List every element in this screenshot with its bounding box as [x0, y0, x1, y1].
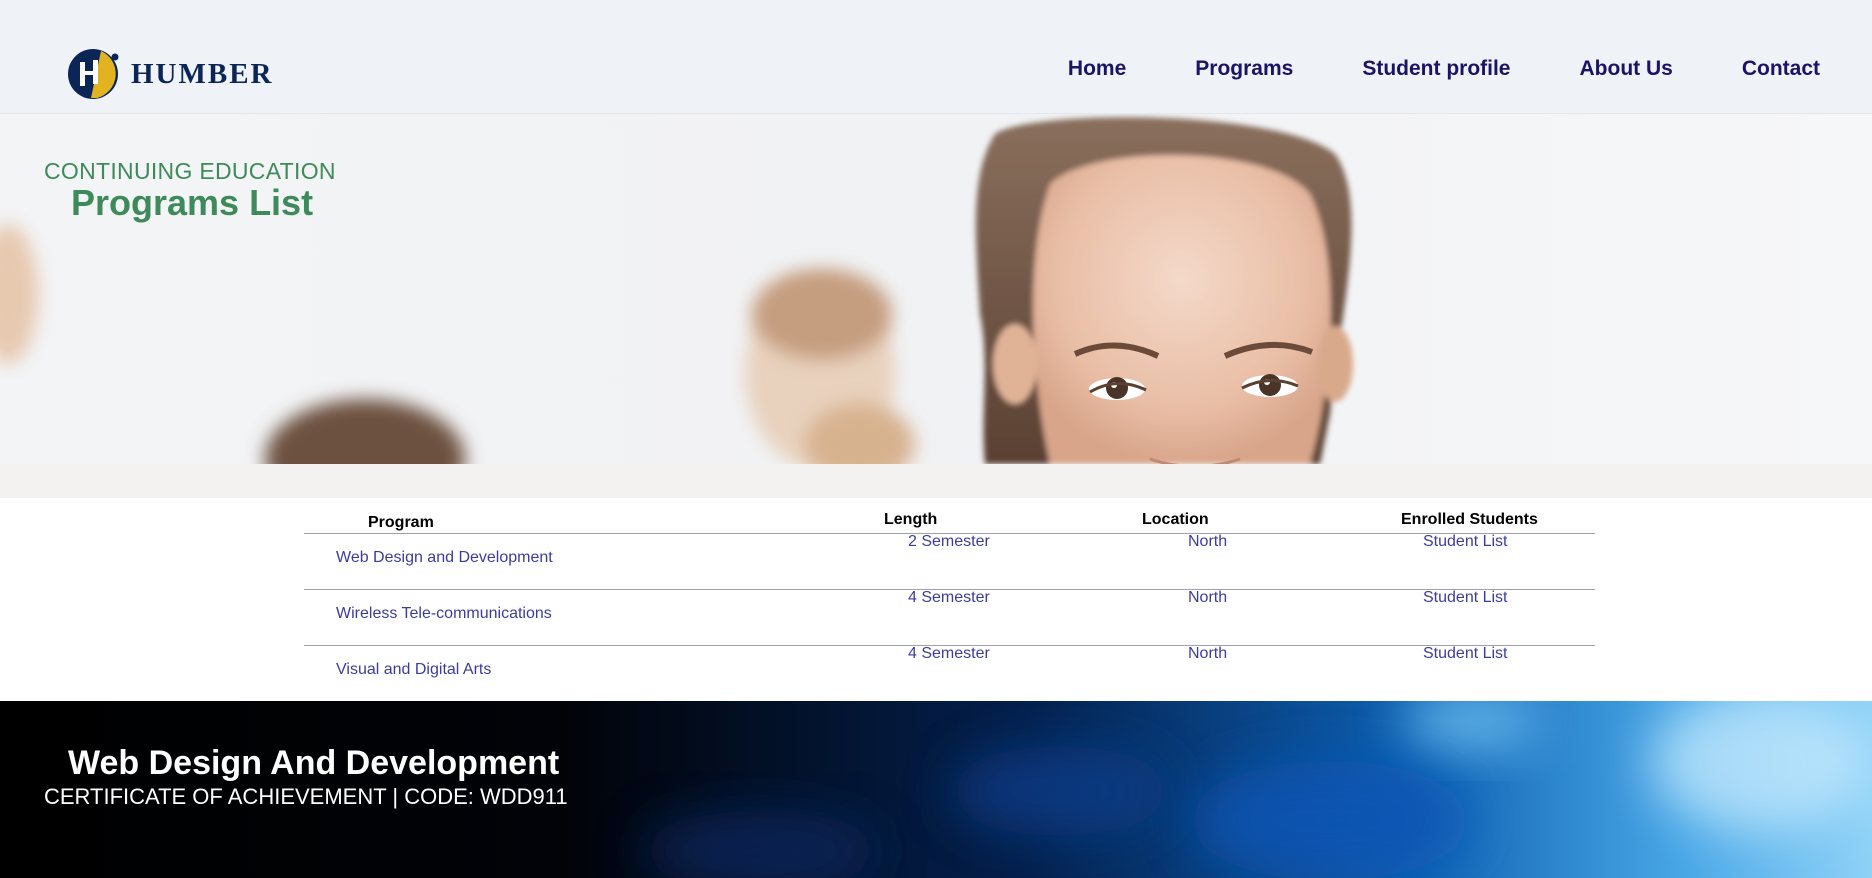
table-row: Web Design and Development 2 Semester No… — [304, 533, 1595, 590]
student-list-link[interactable]: Student List — [1423, 533, 1508, 551]
programs-table: Program Length Location Enrolled Student… — [304, 508, 1595, 702]
table-row: Visual and Digital Arts 4 Semester North… — [304, 645, 1595, 702]
program-link[interactable]: Visual and Digital Arts — [336, 661, 491, 679]
hero-subtitle: CONTINUING EDUCATION — [44, 158, 336, 184]
student-list-link[interactable]: Student List — [1423, 645, 1508, 663]
nav-programs[interactable]: Programs — [1195, 57, 1293, 81]
header-enrolled-students: Enrolled Students — [1401, 511, 1538, 528]
program-link[interactable]: Wireless Tele-communications — [336, 605, 552, 623]
nav-student-profile[interactable]: Student profile — [1362, 57, 1510, 81]
header-program: Program — [368, 514, 434, 531]
header-location: Location — [1142, 511, 1209, 528]
program-location: North — [1188, 645, 1228, 662]
banner-subtitle: CERTIFICATE OF ACHIEVEMENT | CODE: WDD91… — [44, 784, 568, 809]
program-location: North — [1188, 589, 1228, 606]
table-header: Program Length Location Enrolled Student… — [304, 508, 1595, 534]
nav-about-us[interactable]: About Us — [1580, 57, 1673, 81]
header-length: Length — [884, 511, 938, 528]
nav-contact[interactable]: Contact — [1742, 57, 1820, 81]
site-header: HUMBER Home Programs Student profile Abo… — [0, 0, 1872, 114]
divider-band — [0, 464, 1872, 498]
program-banner: Web Design And Development CERTIFICATE O… — [0, 701, 1872, 878]
program-length: 4 Semester — [908, 589, 990, 606]
main-nav: Home Programs Student profile About Us C… — [999, 57, 1820, 81]
program-length: 4 Semester — [908, 645, 990, 662]
nav-home[interactable]: Home — [1068, 57, 1126, 81]
brand-name: HUMBER — [131, 57, 274, 90]
program-link[interactable]: Web Design and Development — [336, 549, 553, 567]
table-row: Wireless Tele-communications 4 Semester … — [304, 589, 1595, 646]
program-length: 2 Semester — [908, 533, 990, 550]
banner-title: Web Design And Development — [68, 744, 560, 782]
page-title: Programs List — [71, 182, 314, 223]
student-list-link[interactable]: Student List — [1423, 589, 1508, 607]
program-location: North — [1188, 533, 1228, 550]
humber-logo-icon — [68, 49, 119, 99]
hero-banner: CONTINUING EDUCATION Programs List — [0, 114, 1872, 464]
humber-logo[interactable]: HUMBER — [67, 48, 274, 100]
